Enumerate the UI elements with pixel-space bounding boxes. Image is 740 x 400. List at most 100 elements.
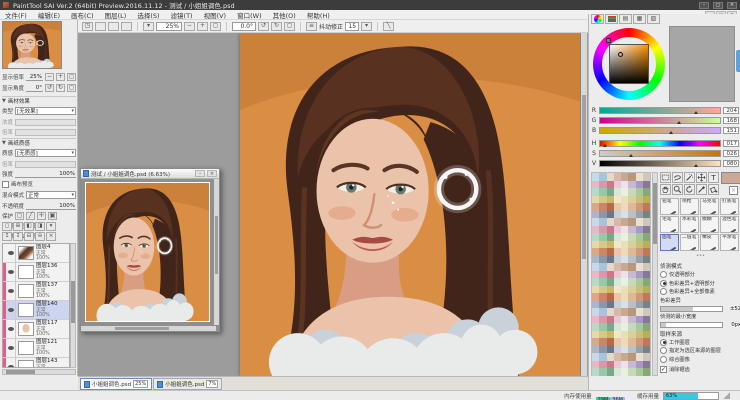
- swatch-cell[interactable]: [607, 248, 614, 256]
- swatch-cell[interactable]: [599, 233, 606, 241]
- swatch-cell[interactable]: [607, 346, 614, 354]
- slider-track-g[interactable]: [599, 117, 721, 124]
- swatch-cell[interactable]: [628, 271, 635, 279]
- material-type-dropdown[interactable]: [无效果]▾: [15, 107, 76, 115]
- swatch-cell[interactable]: [621, 308, 628, 316]
- swatch-cell[interactable]: [592, 301, 599, 309]
- swatch-cell[interactable]: [592, 188, 599, 196]
- nav-zoom-out-button[interactable]: −: [45, 73, 54, 81]
- swatch-cell[interactable]: [607, 173, 614, 181]
- menu-item[interactable]: 窗口(W): [237, 10, 262, 20]
- swatch-cell[interactable]: [592, 331, 599, 339]
- color-diff-slider[interactable]: [660, 306, 723, 312]
- swatch-cell[interactable]: [643, 188, 650, 196]
- layer-row[interactable]: 图层137正常100%: [3, 282, 69, 301]
- protect-opacity-button[interactable]: ◻: [15, 212, 24, 220]
- slider-value[interactable]: 026: [723, 150, 739, 157]
- min-width-slider[interactable]: [660, 322, 723, 328]
- swatch-cell[interactable]: [599, 278, 606, 286]
- swatch-cell[interactable]: [643, 353, 650, 361]
- floating-hscrollbar[interactable]: [81, 326, 216, 331]
- swatch-cell[interactable]: [628, 308, 635, 316]
- swatch-cell[interactable]: [614, 323, 621, 331]
- rotate-ccw-button[interactable]: ↺: [258, 22, 269, 31]
- brush-平涂笔[interactable]: 平涂笔: [720, 234, 739, 251]
- brush-橡皮[interactable]: 橡皮: [700, 234, 719, 251]
- swatch-cell[interactable]: [628, 233, 635, 241]
- swatch-cell[interactable]: [592, 286, 599, 294]
- swatch-cell[interactable]: [592, 278, 599, 286]
- swatch-cell[interactable]: [592, 241, 599, 249]
- swatch-cell[interactable]: [592, 211, 599, 219]
- rgb-sliders-tab[interactable]: [605, 14, 618, 24]
- toolbar-button-2[interactable]: [95, 22, 106, 31]
- swatch-cell[interactable]: [636, 196, 643, 204]
- swatch-cell[interactable]: [621, 278, 628, 286]
- paper-section-header[interactable]: ▼ 画纸质感: [2, 138, 76, 146]
- swatch-cell[interactable]: [614, 301, 621, 309]
- swatch-cell[interactable]: [607, 226, 614, 234]
- swatch-cell[interactable]: [614, 256, 621, 264]
- close-button[interactable]: ×: [727, 2, 737, 9]
- swatch-cell[interactable]: [628, 368, 635, 376]
- brush-水彩笔[interactable]: 水彩笔: [680, 216, 699, 233]
- layer-visibility-toggle[interactable]: [6, 358, 16, 368]
- menu-item[interactable]: 选择(S): [137, 10, 159, 20]
- swatch-cell[interactable]: [636, 211, 643, 219]
- swatch-cell[interactable]: [607, 293, 614, 301]
- swatch-cell[interactable]: [599, 361, 606, 369]
- swatch-cell[interactable]: [636, 241, 643, 249]
- menu-item[interactable]: 视图(V): [204, 10, 227, 20]
- swatch-cell[interactable]: [621, 301, 628, 309]
- brush-模糊[interactable]: 模糊: [700, 216, 719, 233]
- swatch-cell[interactable]: [614, 286, 621, 294]
- swatch-cell[interactable]: [643, 263, 650, 271]
- brush-毛笔[interactable]: 毛笔: [660, 216, 679, 233]
- swatch-cell[interactable]: [599, 323, 606, 331]
- current-color-swatch[interactable]: [721, 172, 740, 184]
- swatch-cell[interactable]: [636, 293, 643, 301]
- swatch-cell[interactable]: [643, 308, 650, 316]
- new-folder-button[interactable]: ⊞: [13, 222, 23, 231]
- swatch-cell[interactable]: [599, 368, 606, 376]
- panel-resize-handle[interactable]: •••: [660, 254, 740, 258]
- sample-source-option[interactable]: 工作图层: [660, 339, 740, 346]
- canvas-vscrollbar[interactable]: [581, 33, 587, 376]
- navigator-thumbnail[interactable]: [2, 21, 62, 69]
- sample-source-option[interactable]: 综合图像: [660, 356, 740, 363]
- swatch-cell[interactable]: [607, 308, 614, 316]
- swatch-cell[interactable]: [636, 361, 643, 369]
- swatch-cell[interactable]: [599, 196, 606, 204]
- swatch-cell[interactable]: [607, 286, 614, 294]
- color-scratchpad[interactable]: [669, 26, 735, 102]
- swatch-cell[interactable]: [592, 181, 599, 189]
- rotate-tool[interactable]: [684, 184, 695, 195]
- swatch-cell[interactable]: [628, 278, 635, 286]
- layer-row[interactable]: 图层121正常100%: [3, 339, 69, 358]
- swatch-cell[interactable]: [614, 203, 621, 211]
- radio-icon[interactable]: [660, 339, 667, 346]
- document-tab[interactable]: 小姐姐调色.psd7%: [153, 378, 222, 390]
- slider-track-r[interactable]: [599, 107, 721, 114]
- menu-item[interactable]: 帮助(H): [307, 10, 330, 20]
- slider-marker[interactable]: [694, 164, 698, 167]
- swatch-cell[interactable]: [643, 293, 650, 301]
- swatch-cell[interactable]: [628, 241, 635, 249]
- float-close-button[interactable]: ×: [207, 170, 217, 177]
- swatch-cell[interactable]: [592, 256, 599, 264]
- swatch-cell[interactable]: [599, 263, 606, 271]
- floating-canvas[interactable]: [85, 182, 210, 322]
- swatch-cell[interactable]: [621, 248, 628, 256]
- slider-value[interactable]: 168: [723, 117, 739, 124]
- slider-value[interactable]: 151: [723, 127, 739, 134]
- swatch-cell[interactable]: [643, 271, 650, 279]
- swatch-cell[interactable]: [592, 346, 599, 354]
- swatch-cell[interactable]: [628, 353, 635, 361]
- swatch-cell[interactable]: [636, 256, 643, 264]
- menu-item[interactable]: 画布(C): [71, 10, 94, 20]
- swatch-cell[interactable]: [628, 256, 635, 264]
- swatch-cell[interactable]: [607, 256, 614, 264]
- layer-visibility-toggle[interactable]: [6, 339, 16, 357]
- floating-window-titlebar[interactable]: 测试 / 小姐姐调色.psd (6.63%) – ×: [81, 169, 219, 179]
- swatch-cell[interactable]: [621, 263, 628, 271]
